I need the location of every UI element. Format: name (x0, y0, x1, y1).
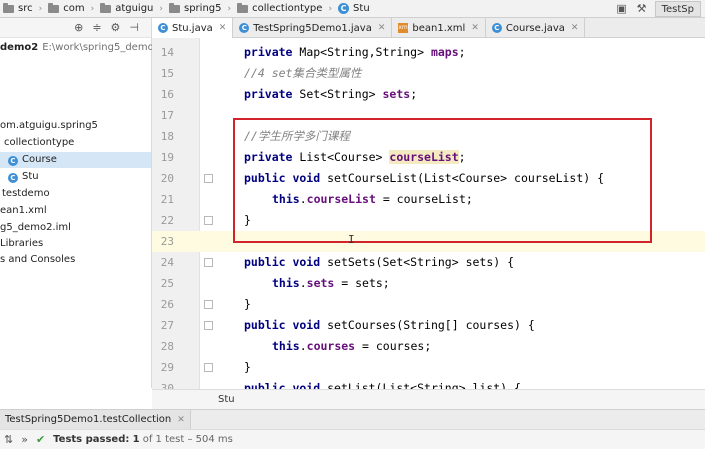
tree-item-file[interactable]: ean1.xml (0, 203, 47, 219)
sort-icon[interactable]: ⇅ (4, 433, 13, 446)
target-icon[interactable]: ⊕ (74, 21, 83, 34)
close-icon[interactable]: ✕ (177, 415, 185, 425)
chevron-right-icon: › (90, 3, 95, 14)
class-icon: C (491, 23, 502, 33)
code-line[interactable]: 21 this.courseList = courseList; (152, 189, 705, 210)
chevron-right-icon: › (159, 3, 163, 14)
class-icon: C (158, 23, 168, 33)
close-icon[interactable]: ✕ (219, 23, 227, 33)
code-line[interactable]: 30 public void setList(List<String> list… (152, 378, 705, 389)
fold-toggle-icon[interactable] (204, 216, 213, 225)
code-line[interactable]: 27 public void setCourses(String[] cours… (152, 315, 705, 336)
code-line[interactable]: 15 //4 set集合类型属性 (152, 63, 705, 84)
gear-icon[interactable]: ⚙ (111, 21, 121, 34)
breadcrumb-com[interactable]: com (45, 0, 87, 18)
folder-icon (169, 2, 180, 13)
class-icon: C (239, 23, 250, 33)
chevron-right-icon: › (38, 3, 43, 14)
class-icon: C (338, 3, 350, 14)
fold-toggle-icon[interactable] (204, 174, 213, 183)
code-line[interactable]: 28 this.courses = courses; (152, 336, 705, 357)
fold-toggle-icon[interactable] (204, 300, 213, 309)
project-panel-header: ⊕ ≑ ⚙ ⊣ (0, 18, 151, 38)
code-line[interactable]: 25 this.sets = sets; (152, 273, 705, 294)
breadcrumb-stu[interactable]: C Stu (335, 0, 373, 18)
code-line[interactable]: 17 (152, 105, 705, 126)
chevrons-right-icon[interactable]: » (21, 433, 28, 446)
check-icon: ✔ (35, 433, 46, 446)
code-line[interactable]: 14 private Map<String,String> maps; (152, 42, 705, 63)
code-line[interactable]: 16 private Set<String> sets; (152, 84, 705, 105)
tree-item-package[interactable]: testdemo (2, 186, 50, 202)
toolbar-right: ▣ ⚒ TestSp (615, 0, 705, 18)
fold-toggle-icon[interactable] (204, 258, 213, 267)
fold-toggle-icon[interactable] (204, 363, 213, 372)
code-line[interactable]: 18 //学生所学多门课程 (152, 126, 705, 147)
code-editor[interactable]: 14 private Map<String,String> maps; 15 /… (152, 38, 705, 389)
code-line[interactable]: 29 } (152, 357, 705, 378)
tab-testspring5demo1-java[interactable]: C TestSpring5Demo1.java ✕ (233, 18, 393, 38)
project-structure-icon[interactable]: ▣ (615, 3, 629, 15)
tab-course-java[interactable]: C Course.java ✕ (486, 18, 586, 38)
tree-item-package[interactable]: om.atguigu.spring5 (0, 118, 98, 134)
code-line[interactable]: 24 public void setSets(Set<String> sets)… (152, 252, 705, 273)
tab-stu-java[interactable]: C Stu.java ✕ (152, 18, 234, 38)
tests-passed-message: Tests passed: 1 of 1 test – 504 ms (53, 434, 233, 445)
run-configuration-selector[interactable]: TestSp (654, 1, 701, 17)
tree-item-scratches[interactable]: s and Consoles (0, 252, 75, 268)
chevron-right-icon: › (328, 3, 333, 14)
close-icon[interactable]: ✕ (471, 23, 479, 33)
class-icon: C (8, 173, 18, 183)
fold-toggle-icon[interactable] (204, 321, 213, 330)
editor-breadcrumb[interactable]: Stu (152, 389, 705, 409)
code-line[interactable]: 19 private List<Course> courseList; (152, 147, 705, 168)
class-icon: C (8, 156, 18, 166)
breadcrumb-src[interactable]: src (0, 0, 36, 18)
code-line[interactable]: 22 } (152, 210, 705, 231)
chevron-right-icon: › (227, 3, 232, 14)
run-tab-testcollection[interactable]: TestSpring5Demo1.testCollection ✕ (0, 409, 191, 430)
breadcrumb-atguigu[interactable]: atguigu (97, 0, 156, 18)
tree-item-libraries[interactable]: Libraries (0, 236, 43, 252)
folder-icon (48, 2, 60, 13)
folder-icon (3, 2, 14, 13)
xml-file-icon: xml (398, 23, 410, 33)
folder-icon (237, 2, 249, 13)
tree-root-module[interactable]: demo2 E:\work\spring5_demo2 (0, 40, 160, 56)
tree-item-package[interactable]: collectiontype (4, 135, 74, 151)
project-tool-window: ⊕ ≑ ⚙ ⊣ demo2 E:\work\spring5_demo2 om.at… (0, 18, 160, 388)
text-cursor-icon: I (348, 233, 355, 246)
breadcrumb-spring5[interactable]: spring5 (166, 0, 225, 18)
close-icon[interactable]: ✕ (378, 23, 386, 33)
tree-item-stu[interactable]: C Stu (8, 169, 39, 185)
tree-item-course[interactable]: C Course (0, 152, 151, 168)
run-tool-window-tabs: TestSpring5Demo1.testCollection ✕ (0, 409, 705, 430)
breadcrumb-collectiontype[interactable]: collectiontype (234, 0, 325, 18)
tree-item-file[interactable]: g5_demo2.iml (0, 220, 71, 236)
code-line-current[interactable]: 23 (152, 231, 705, 252)
build-hammer-icon[interactable]: ⚒ (635, 3, 649, 15)
folder-icon (100, 2, 112, 13)
close-icon[interactable]: ✕ (571, 23, 579, 33)
collapse-all-icon[interactable]: ≑ (92, 21, 101, 34)
code-line[interactable]: 26 } (152, 294, 705, 315)
test-status-bar: ⇅ » ✔ Tests passed: 1 of 1 test – 504 ms (0, 429, 705, 449)
tab-bean1-xml[interactable]: xml bean1.xml ✕ (392, 18, 486, 38)
navigation-breadcrumb: src › com › atguigu › spring5 › collecti… (0, 0, 705, 18)
hide-icon[interactable]: ⊣ (129, 21, 139, 34)
code-line[interactable]: 20 public void setCourseList(List<Course… (152, 168, 705, 189)
editor-tabs: C Stu.java ✕ C TestSpring5Demo1.java ✕ xml be… (152, 18, 705, 38)
